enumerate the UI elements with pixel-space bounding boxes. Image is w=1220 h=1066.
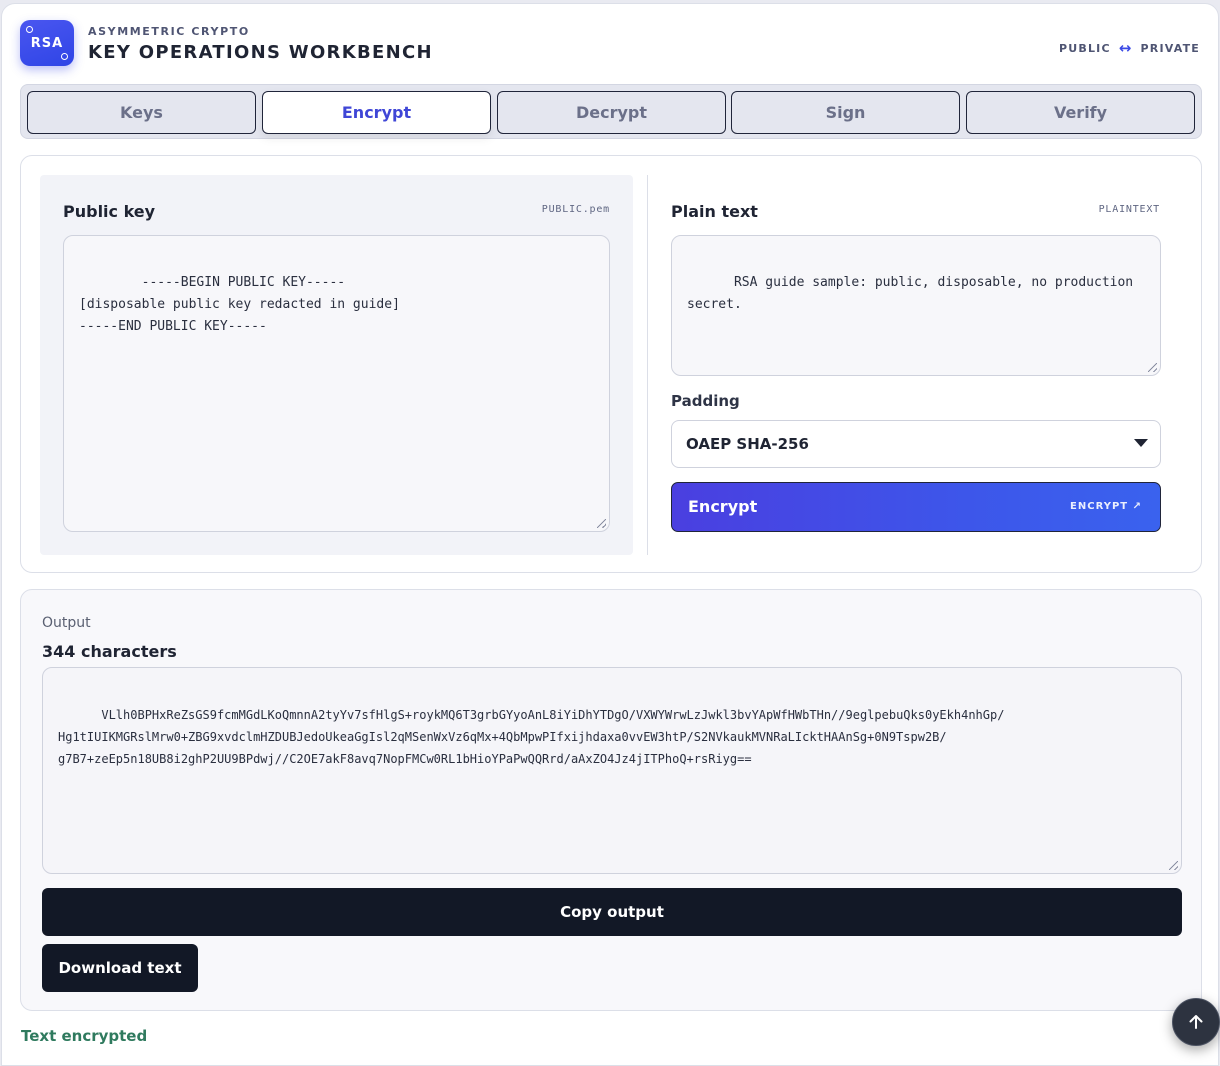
output-card: Output 344 characters VLlh0BPHxReZsGS9fc… (20, 589, 1202, 1011)
padding-label: Padding (671, 392, 740, 410)
resize-handle-icon[interactable] (597, 519, 606, 528)
scroll-to-top-button[interactable] (1172, 998, 1220, 1046)
logo-dot-icon (61, 53, 68, 60)
plain-text-label: Plain text (671, 202, 758, 221)
output-ciphertext: VLlh0BPHxReZsGS9fcmMGdLKoQmnnA2tyYv7sfHl… (58, 708, 1005, 766)
public-key-file-tag: PUBLIC.pem (541, 204, 610, 215)
public-key-text: -----BEGIN PUBLIC KEY----- [disposable p… (79, 275, 400, 334)
plain-text-textarea[interactable]: RSA guide sample: public, disposable, no… (671, 235, 1161, 376)
logo-text: RSA (30, 35, 64, 51)
public-key-textarea[interactable]: -----BEGIN PUBLIC KEY----- [disposable p… (63, 235, 610, 532)
tab-sign[interactable]: Sign (731, 91, 960, 134)
panel-divider (647, 175, 648, 555)
output-char-count: 344 characters (42, 642, 177, 661)
tag-public: PUBLIC (1058, 41, 1111, 55)
tag-private: PRIVATE (1140, 41, 1200, 55)
encrypt-button-label: Encrypt (688, 497, 758, 516)
page-title: KEY OPERATIONS WORKBENCH (88, 42, 433, 63)
left-right-arrow-icon: ↔ (1118, 39, 1133, 57)
output-caption: Output (42, 615, 91, 631)
download-text-button[interactable]: Download text (42, 944, 198, 992)
key-direction-tag: PUBLIC ↔ PRIVATE (1059, 39, 1200, 57)
output-textarea[interactable]: VLlh0BPHxReZsGS9fcmMGdLKoQmnnA2tyYv7sfHl… (42, 667, 1182, 874)
app-eyebrow: ASYMMETRIC CRYPTO (88, 25, 250, 38)
operation-tabs: Keys Encrypt Decrypt Sign Verify (20, 84, 1202, 139)
tab-keys[interactable]: Keys (27, 91, 256, 134)
copy-output-button[interactable]: Copy output (42, 888, 1182, 936)
rsa-logo: RSA (20, 20, 74, 66)
tab-decrypt[interactable]: Decrypt (497, 91, 726, 134)
app-window: RSA ASYMMETRIC CRYPTO KEY OPERATIONS WOR… (1, 3, 1219, 1066)
padding-selected-value: OAEP SHA-256 (686, 435, 809, 453)
padding-select[interactable]: OAEP SHA-256 (671, 420, 1161, 468)
tab-verify[interactable]: Verify (966, 91, 1195, 134)
logo-dot-icon (26, 26, 33, 33)
chevron-down-icon (1134, 439, 1148, 447)
encrypt-button[interactable]: Encrypt ENCRYPT ↗ (671, 482, 1161, 532)
public-key-panel: Public key PUBLIC.pem -----BEGIN PUBLIC … (40, 175, 633, 555)
encrypt-input-card: Public key PUBLIC.pem -----BEGIN PUBLIC … (20, 155, 1202, 573)
resize-handle-icon[interactable] (1169, 861, 1178, 870)
status-message: Text encrypted (21, 1027, 148, 1045)
public-key-label: Public key (63, 202, 156, 221)
arrow-up-icon (1189, 1015, 1203, 1029)
tab-encrypt[interactable]: Encrypt (262, 91, 491, 134)
app-header: RSA ASYMMETRIC CRYPTO KEY OPERATIONS WOR… (20, 20, 1200, 68)
plaintext-tag: PLAINTEXT (1098, 204, 1160, 215)
encrypt-button-hint: ENCRYPT ↗ (1070, 501, 1142, 512)
resize-handle-icon[interactable] (1148, 363, 1157, 372)
plain-text-value: RSA guide sample: public, disposable, no… (687, 275, 1141, 312)
